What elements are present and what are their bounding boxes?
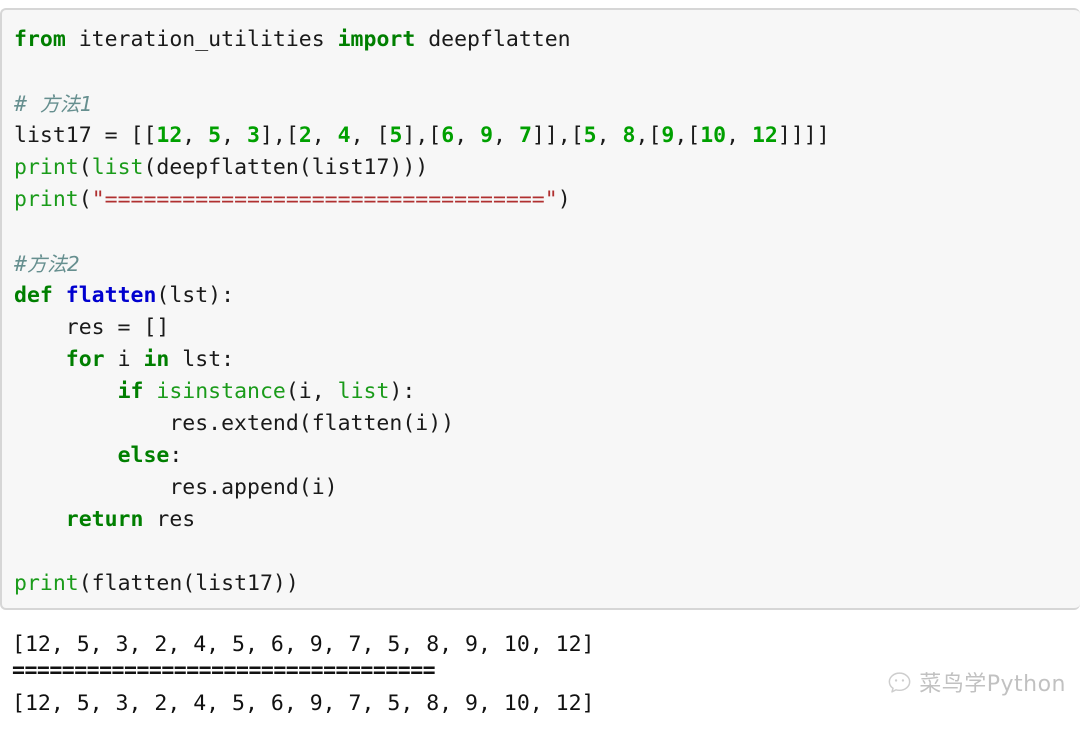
code-token: , [221, 123, 248, 148]
code-line-comment-method-2: #方法2 [14, 248, 1080, 280]
screenshot-root: from iteration_utilities import deepflat… [0, 0, 1080, 736]
code-line-if-isinstance: if isinstance(i, list): [14, 376, 1080, 408]
code-token: from [14, 27, 66, 52]
code-token: list [91, 155, 144, 180]
code-token: 7 [518, 123, 532, 148]
code-line-res-append: res.append(i) [14, 472, 1080, 504]
output-line-output-separator: ================================== [12, 658, 436, 683]
output-cell: [12, 5, 3, 2, 4, 5, 6, 9, 7, 5, 8, 9, 10… [0, 618, 1080, 736]
code-token: 12 [156, 123, 183, 148]
code-token: res [143, 507, 196, 532]
code-cell[interactable]: from iteration_utilities import deepflat… [0, 8, 1080, 610]
code-token: "==================================" [91, 187, 558, 212]
code-token: ): [389, 379, 416, 404]
code-line-print-deepflatten: print(list(deepflatten(list17))) [14, 152, 1080, 184]
code-token: for [65, 347, 105, 372]
code-line-res-extend: res.extend(flatten(i)) [14, 408, 1080, 440]
code-line-blank-3 [14, 536, 1080, 568]
code-token: 4 [337, 123, 351, 148]
code-token: , [493, 123, 519, 148]
code-token: 9 [480, 123, 494, 148]
code-token: # [14, 92, 40, 117]
code-line-else-branch: else: [14, 440, 1080, 472]
code-token: import [337, 27, 416, 52]
code-line-blank-1 [14, 56, 1080, 88]
code-token: 12 [751, 123, 778, 148]
code-token: lst: [169, 347, 235, 372]
code-token: 10 [700, 123, 727, 148]
code-token: res = [] [14, 315, 170, 340]
code-token: iteration_utilities [65, 27, 338, 52]
code-token: 5 [583, 123, 597, 148]
code-token: deepflatten [415, 27, 571, 52]
code-line-print-flatten: print(flatten(list17)) [14, 568, 1080, 600]
code-token: 6 [441, 123, 455, 148]
code-line-list17-assignment: list17 = [[12, 5, 3],[2, 4, [5],[6, 9, 7… [14, 120, 1080, 152]
code-token: 9 [661, 123, 675, 148]
code-cell-body[interactable]: from iteration_utilities import deepflat… [2, 10, 1080, 608]
code-token: print [14, 187, 79, 212]
code-token: (lst): [156, 283, 235, 308]
code-token: , [596, 123, 623, 148]
code-token: ,[ [674, 123, 701, 148]
code-token: return [65, 507, 144, 532]
code-token: ) [557, 187, 571, 212]
code-token: ]]]] [777, 123, 830, 148]
code-token: print [14, 571, 79, 596]
code-token: 方法1 [39, 92, 93, 116]
code-token: res.extend(flatten(i)) [14, 411, 455, 436]
code-token: # [14, 252, 27, 277]
code-token: (i, [285, 379, 338, 404]
code-token: res.append(i) [14, 475, 338, 500]
code-line-def-flatten: def flatten(lst): [14, 280, 1080, 312]
code-token: if [117, 379, 144, 404]
code-token: ,[ [635, 123, 662, 148]
code-line-print-separator: print("=================================… [14, 184, 1080, 216]
code-line-blank-2 [14, 216, 1080, 248]
code-line-import-line: from iteration_utilities import deepflat… [14, 24, 1080, 56]
code-token: def [14, 283, 53, 308]
output-line-output-list-2: [12, 5, 3, 2, 4, 5, 6, 9, 7, 5, 8, 9, 10… [12, 691, 595, 716]
code-token: list [337, 379, 390, 404]
code-line-for-loop: for i in lst: [14, 344, 1080, 376]
code-token: (deepflatten(list17))) [143, 155, 429, 180]
code-token: flatten [65, 283, 157, 308]
code-line-res-init: res = [] [14, 312, 1080, 344]
code-token: , [311, 123, 338, 148]
code-token: , [726, 123, 752, 148]
code-token: 5 [389, 123, 403, 148]
code-token: else [117, 443, 170, 468]
code-line-return-res: return res [14, 504, 1080, 536]
code-token: isinstance [156, 379, 286, 404]
code-token: 2 [298, 123, 312, 148]
code-token: ( [78, 187, 92, 212]
code-token: , [ [350, 123, 390, 148]
code-token: 8 [622, 123, 636, 148]
code-token: 5 [208, 123, 222, 148]
code-token: : [169, 443, 183, 468]
code-token: (flatten(list17)) [78, 571, 299, 596]
output-line-output-list-1: [12, 5, 3, 2, 4, 5, 6, 9, 7, 5, 8, 9, 10… [12, 632, 595, 657]
code-line-comment-method-1: # 方法1 [14, 88, 1080, 120]
code-token: ( [78, 155, 92, 180]
code-token: ],[ [259, 123, 299, 148]
code-token: , [182, 123, 209, 148]
code-token: list17 = [[ [14, 123, 157, 148]
code-token: , [454, 123, 481, 148]
code-token: i [104, 347, 144, 372]
code-token: ],[ [402, 123, 442, 148]
code-token: 3 [247, 123, 260, 148]
code-token: in [143, 347, 170, 372]
code-token: print [14, 155, 79, 180]
code-token: ]],[ [531, 123, 584, 148]
code-token: 方法2 [26, 252, 80, 276]
